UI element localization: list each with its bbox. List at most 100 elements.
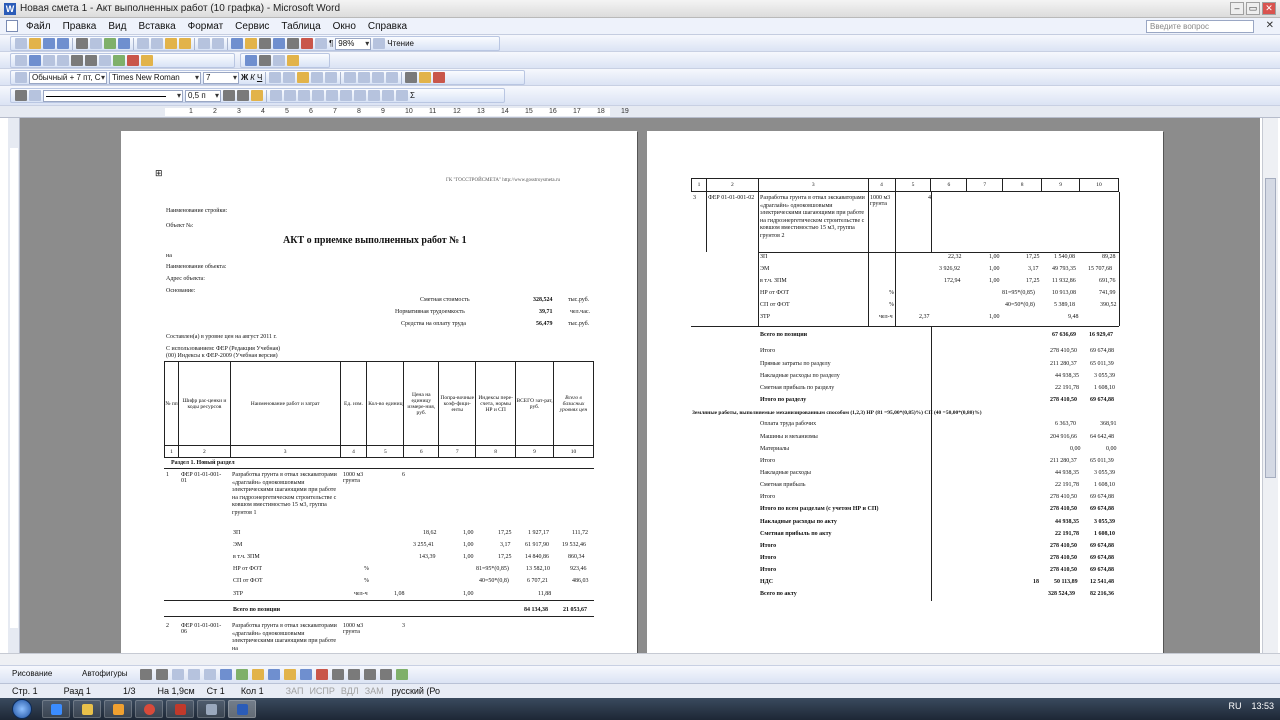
shading-icon[interactable] xyxy=(113,55,125,66)
reset-fields-icon[interactable] xyxy=(127,55,139,66)
italic-icon[interactable]: К xyxy=(250,73,255,82)
reading-mode-button[interactable]: Чтение xyxy=(387,39,414,48)
arrow-tool-icon[interactable] xyxy=(156,669,168,680)
vertical-scrollbar[interactable] xyxy=(1262,118,1278,653)
vertical-ruler[interactable] xyxy=(8,118,20,653)
text-direction-icon[interactable] xyxy=(368,90,380,101)
styles-pane-icon[interactable] xyxy=(15,72,27,83)
dash-style-icon[interactable] xyxy=(348,669,360,680)
redo-icon[interactable] xyxy=(212,38,224,49)
protect-form-icon[interactable] xyxy=(141,55,153,66)
font-combo[interactable]: Times New Roman xyxy=(109,71,201,84)
start-button[interactable] xyxy=(12,699,32,719)
border-color-icon[interactable] xyxy=(223,90,235,101)
format-painter-icon[interactable] xyxy=(179,38,191,49)
open-icon[interactable] xyxy=(29,38,41,49)
align-center-icon[interactable] xyxy=(283,72,296,83)
taskbar-app-icon[interactable] xyxy=(166,700,194,718)
line-style-combo[interactable] xyxy=(43,89,183,102)
stop-icon[interactable] xyxy=(273,55,285,66)
increase-indent-icon[interactable] xyxy=(386,72,399,83)
underline-icon[interactable]: Ч xyxy=(257,73,262,82)
taskbar-ie-icon[interactable] xyxy=(42,700,70,718)
align-right-icon[interactable] xyxy=(297,72,310,83)
diagram-icon[interactable] xyxy=(236,669,248,680)
taskbar-chrome-icon[interactable] xyxy=(135,700,163,718)
highlight-icon[interactable] xyxy=(419,72,432,83)
line-spacing-icon[interactable] xyxy=(325,72,338,83)
macro-icon[interactable] xyxy=(245,55,257,66)
rectangle-tool-icon[interactable] xyxy=(172,669,184,680)
print-preview-icon[interactable] xyxy=(90,38,102,49)
fill-color-icon[interactable] xyxy=(284,669,296,680)
decrease-indent-icon[interactable] xyxy=(372,72,385,83)
shading-color-icon[interactable] xyxy=(251,90,263,101)
tray-language[interactable]: RU xyxy=(1228,701,1241,711)
line-tool-icon[interactable] xyxy=(140,669,152,680)
menu-help[interactable]: Справка xyxy=(362,21,413,32)
insert-table-icon[interactable] xyxy=(259,38,271,49)
draw-table-pen-icon[interactable] xyxy=(15,90,27,101)
columns-icon[interactable] xyxy=(287,38,299,49)
paste-icon[interactable] xyxy=(165,38,177,49)
print-icon[interactable] xyxy=(76,38,88,49)
insert-frame-icon[interactable] xyxy=(99,55,111,66)
insert-table-tb-icon[interactable] xyxy=(270,90,282,101)
record-icon[interactable] xyxy=(259,55,271,66)
close-button[interactable]: ✕ xyxy=(1262,2,1276,15)
align-left-icon[interactable] xyxy=(269,72,282,83)
status-extend[interactable]: ВДЛ xyxy=(341,686,359,696)
menu-format[interactable]: Формат xyxy=(182,21,230,32)
ask-question-input[interactable]: Введите вопрос xyxy=(1146,20,1254,33)
undo-icon[interactable] xyxy=(198,38,210,49)
3d-icon[interactable] xyxy=(396,669,408,680)
permission-icon[interactable] xyxy=(57,38,69,49)
cut-icon[interactable] xyxy=(137,38,149,49)
menu-edit[interactable]: Правка xyxy=(57,21,103,32)
dropdown-field-icon[interactable] xyxy=(57,55,69,66)
style-combo[interactable]: Обычный + 7 пт, С xyxy=(29,71,107,84)
arrow-style-icon[interactable] xyxy=(364,669,376,680)
picture-icon[interactable] xyxy=(268,669,280,680)
align-cell-icon[interactable] xyxy=(312,90,324,101)
document-map-icon[interactable] xyxy=(315,38,327,49)
clipart-icon[interactable] xyxy=(252,669,264,680)
textbox-tool-icon[interactable] xyxy=(204,669,216,680)
vertical-scroll-thumb[interactable] xyxy=(1265,178,1276,478)
status-language[interactable]: русский (Ро xyxy=(392,686,440,696)
menu-view[interactable]: Вид xyxy=(102,21,132,32)
menu-table[interactable]: Таблица xyxy=(275,21,326,32)
distribute-rows-icon[interactable] xyxy=(326,90,338,101)
autoshapes-button[interactable]: Автофигуры xyxy=(82,669,128,678)
eraser-icon[interactable] xyxy=(29,90,41,101)
sort-asc-icon[interactable] xyxy=(382,90,394,101)
taskbar-media-icon[interactable] xyxy=(104,700,132,718)
line-style-icon[interactable] xyxy=(332,669,344,680)
horizontal-scrollbar[interactable] xyxy=(0,653,1280,665)
font-color-icon[interactable] xyxy=(433,72,446,83)
text-field-icon[interactable] xyxy=(29,55,41,66)
research-icon[interactable] xyxy=(118,38,130,49)
help-icon[interactable] xyxy=(373,38,386,49)
bullets-icon[interactable] xyxy=(358,72,371,83)
status-record[interactable]: ЗАП xyxy=(286,686,304,696)
outside-border-icon[interactable] xyxy=(237,90,249,101)
field-options-icon[interactable] xyxy=(71,55,83,66)
horizontal-ruler[interactable]: 1 2 3 4 5 6 7 8 9 10 11 12 13 14 15 16 1… xyxy=(0,106,1280,118)
new-icon[interactable] xyxy=(15,38,27,49)
shadow-icon[interactable] xyxy=(380,669,392,680)
font-size-combo[interactable]: 7 xyxy=(203,71,239,84)
copy-icon[interactable] xyxy=(151,38,163,49)
line-color-icon[interactable] xyxy=(300,669,312,680)
menu-insert[interactable]: Вставка xyxy=(132,21,181,32)
line-weight-combo[interactable]: 0,5 п xyxy=(185,89,221,102)
drawing-icon[interactable] xyxy=(301,38,313,49)
zoom-combo[interactable]: 98% xyxy=(335,37,372,50)
status-track[interactable]: ИСПР xyxy=(309,686,334,696)
bold-icon[interactable]: Ж xyxy=(241,73,248,82)
oval-tool-icon[interactable] xyxy=(188,669,200,680)
taskbar-explorer-icon[interactable] xyxy=(73,700,101,718)
security-icon[interactable] xyxy=(287,55,299,66)
text-color-icon[interactable] xyxy=(316,669,328,680)
forms-icon[interactable] xyxy=(15,55,27,66)
